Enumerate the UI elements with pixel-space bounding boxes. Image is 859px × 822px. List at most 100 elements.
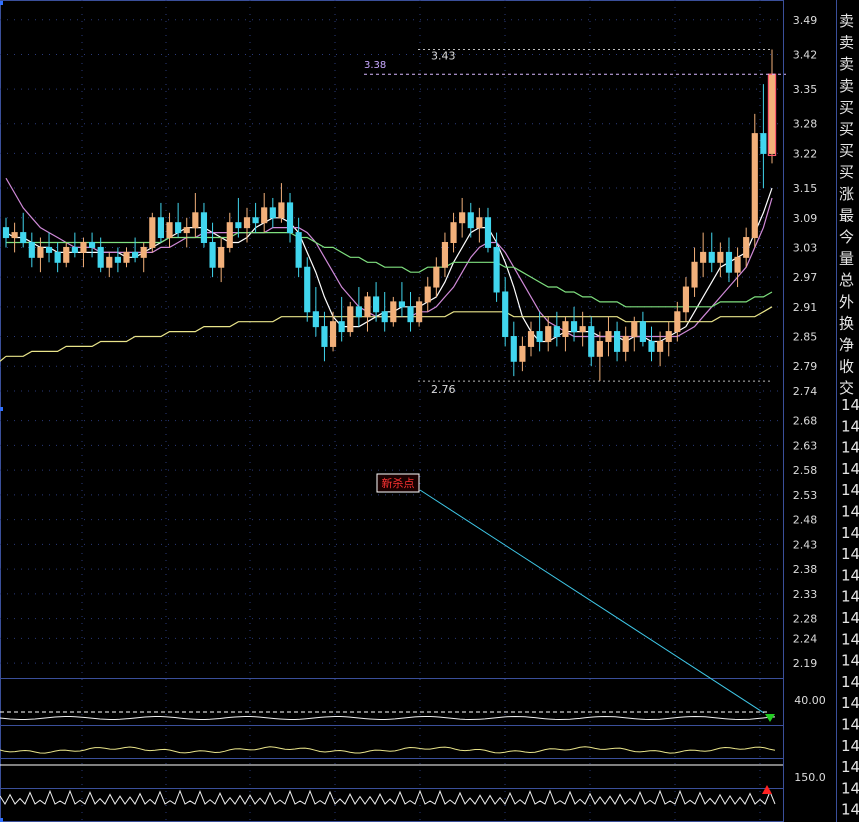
- candle: [321, 311, 328, 362]
- candle-body: [63, 246, 70, 263]
- candle-body: [157, 217, 165, 239]
- candle-body: [123, 251, 130, 263]
- price-tick-label: 2.28: [793, 613, 818, 626]
- candle: [132, 237, 139, 263]
- candle: [768, 49, 776, 164]
- indicator1-line: [0, 715, 776, 721]
- candle-body: [657, 340, 664, 352]
- candle-body: [398, 301, 405, 308]
- candle-body: [2, 227, 10, 239]
- candle-body: [261, 207, 268, 224]
- candle-body: [631, 321, 638, 338]
- candle: [519, 336, 526, 372]
- candle-body: [218, 246, 225, 268]
- candle: [622, 326, 629, 362]
- price-tick-label: 2.97: [793, 271, 818, 284]
- candle-body: [97, 246, 104, 268]
- candle-body: [734, 256, 741, 273]
- candle: [252, 202, 259, 233]
- trade-time-label: 14: [841, 758, 859, 776]
- candle-body: [390, 301, 397, 323]
- candle: [476, 207, 483, 243]
- candle: [700, 232, 707, 278]
- candle: [682, 277, 690, 322]
- price-tick-label: 2.24: [793, 632, 818, 645]
- candle-body: [665, 331, 672, 342]
- candle: [261, 193, 268, 233]
- candle-body: [381, 311, 388, 323]
- candle-body: [373, 296, 380, 313]
- candle-body: [596, 340, 603, 357]
- candle: [80, 237, 87, 268]
- candle: [200, 202, 208, 248]
- candle: [11, 222, 18, 253]
- candle: [648, 326, 655, 362]
- ma-line-ma5: [5, 187, 773, 343]
- stock-chart: 3.49 3.42 3.35 3.28 3.22 3.15 3.09 3.03 2.97 2.91…: [0, 0, 859, 822]
- axis-mark-3: [0, 818, 3, 822]
- candle: [708, 232, 715, 273]
- candle-body: [304, 266, 311, 313]
- price-tick-label: 3.28: [793, 118, 818, 131]
- candle-body: [132, 251, 139, 258]
- high-price-label: 3.43: [431, 49, 456, 62]
- price-tick-label: 3.22: [793, 147, 818, 160]
- candle: [45, 232, 53, 263]
- indicator3-tick: 150.0: [794, 771, 826, 784]
- candle: [734, 247, 741, 288]
- price-tick-label: 2.43: [793, 538, 818, 551]
- candle: [510, 321, 517, 377]
- candle: [114, 247, 121, 273]
- candle: [329, 311, 337, 352]
- candle-body: [140, 246, 147, 258]
- candle-body: [536, 331, 543, 342]
- candle-body: [106, 256, 113, 268]
- candle-body: [114, 256, 121, 263]
- candle: [605, 316, 612, 357]
- candle-body: [484, 217, 492, 248]
- candle-body: [700, 251, 707, 263]
- candle: [407, 291, 414, 332]
- price-axis: 3.49 3.42 3.35 3.28 3.22 3.15 3.09 3.03 2.97 2.91…: [793, 14, 818, 670]
- candle: [751, 113, 758, 248]
- candle-body: [37, 246, 44, 258]
- candle: [398, 282, 405, 317]
- candle-body: [562, 321, 569, 338]
- price-tick-label: 3.03: [793, 241, 818, 254]
- candle: [192, 193, 199, 238]
- candle: [717, 242, 724, 278]
- candle-body: [441, 241, 449, 268]
- price-tick-label: 2.53: [793, 489, 818, 502]
- candle: [725, 237, 733, 283]
- candle: [218, 237, 225, 283]
- candle: [28, 232, 35, 268]
- annotations: 3.43 3.38 2.76 新杀点: [364, 48, 786, 714]
- candle: [106, 252, 113, 278]
- candle: [596, 331, 603, 382]
- candle: [243, 207, 251, 243]
- price-tick-label: 2.33: [793, 588, 818, 601]
- candle: [235, 197, 242, 238]
- candle: [123, 247, 130, 268]
- candle-body: [588, 326, 595, 357]
- buy-signal-icon: [762, 785, 772, 794]
- trade-time-label: 14: [841, 503, 859, 521]
- signal-arrow-line: [419, 489, 765, 714]
- candle: [743, 227, 750, 268]
- candle: [450, 212, 457, 253]
- candle-body: [80, 241, 87, 253]
- candle: [639, 311, 646, 347]
- trade-time-label: 14: [841, 481, 859, 499]
- candle: [226, 212, 233, 253]
- candle: [278, 183, 285, 223]
- price-tick-label: 3.42: [793, 48, 818, 61]
- quote-field-label: 卖: [839, 34, 854, 52]
- candle: [304, 257, 311, 322]
- candle-body: [579, 326, 586, 333]
- price-tick-label: 2.38: [793, 563, 818, 576]
- trade-time-label: 14: [841, 545, 859, 563]
- quote-field-label: 净: [839, 336, 854, 354]
- candle: [54, 242, 61, 273]
- candle-body: [708, 251, 715, 263]
- candle-body: [743, 237, 750, 258]
